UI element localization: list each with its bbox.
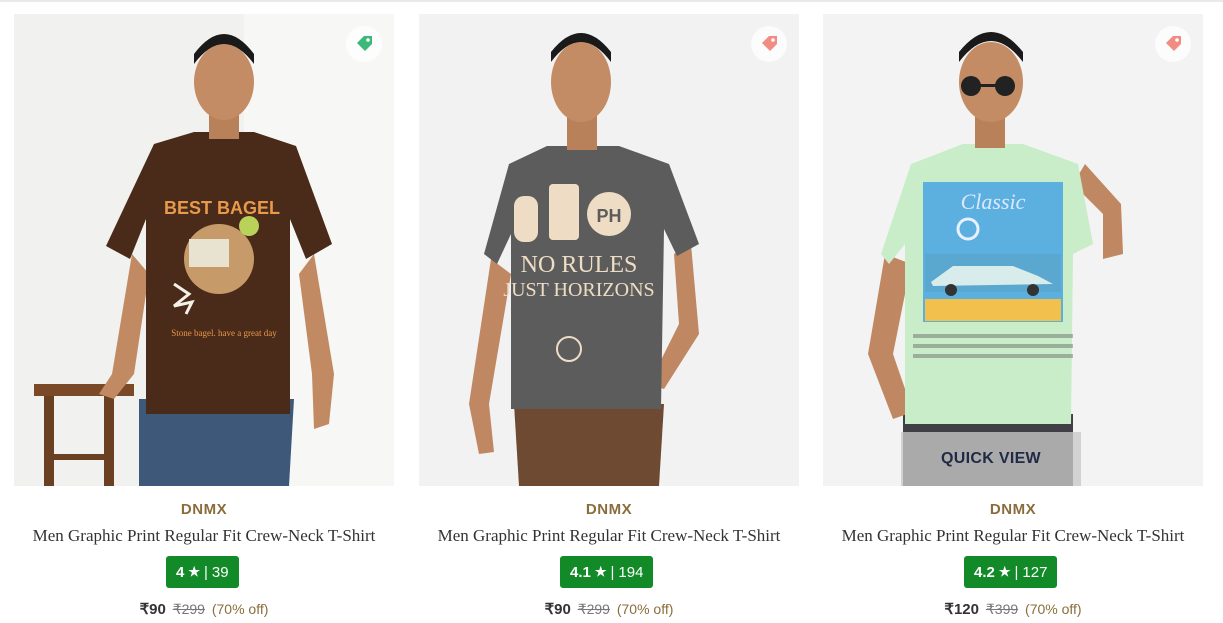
product-brand: DNMX bbox=[989, 501, 1037, 518]
product-title[interactable]: Men Graphic Print Regular Fit Crew-Neck … bbox=[419, 526, 799, 546]
price-current: ₹90 bbox=[544, 601, 571, 618]
svg-text:NO RULES: NO RULES bbox=[521, 252, 638, 278]
price-discount: (70% off) bbox=[211, 601, 269, 617]
product-image[interactable]: BEST BAGEL Stone bagel. have a great day bbox=[14, 14, 394, 486]
price-row: ₹90 ₹299 (70% off) bbox=[419, 600, 799, 618]
tag-icon bbox=[1166, 36, 1181, 51]
svg-text:JUST HORIZONS: JUST HORIZONS bbox=[503, 279, 654, 301]
product-title[interactable]: Men Graphic Print Regular Fit Crew-Neck … bbox=[823, 526, 1203, 546]
rating-value: 4 bbox=[176, 563, 185, 581]
price-discount: (70% off) bbox=[1025, 601, 1082, 617]
rating-badge[interactable]: 4 ★ | 39 bbox=[166, 556, 239, 588]
svg-text:Stone bagel. have a great day: Stone bagel. have a great day bbox=[171, 328, 277, 338]
product-brand: DNMX bbox=[585, 501, 633, 518]
rating-count: 39 bbox=[211, 563, 229, 581]
star-icon: ★ bbox=[998, 564, 1011, 579]
shirt-graphic-mark: PH bbox=[596, 206, 621, 226]
product-card[interactable]: BEST BAGEL Stone bagel. have a great day… bbox=[14, 14, 394, 623]
price-current: ₹90 bbox=[139, 601, 166, 618]
top-divider bbox=[0, 0, 1223, 2]
price-original: ₹399 bbox=[985, 601, 1019, 617]
quick-view-button[interactable]: QUICK VIEW bbox=[901, 432, 1081, 486]
product-image[interactable]: PH NO RULES JUST HORIZONS bbox=[419, 14, 799, 486]
rating-separator: | bbox=[204, 563, 208, 581]
product-grid: BEST BAGEL Stone bagel. have a great day… bbox=[0, 14, 1223, 623]
product-photo: BEST BAGEL Stone bagel. have a great day bbox=[14, 14, 394, 486]
product-photo: PH NO RULES JUST HORIZONS bbox=[419, 14, 799, 486]
rating-separator: | bbox=[610, 563, 615, 581]
tag-icon bbox=[357, 36, 372, 51]
price-current: ₹120 bbox=[944, 601, 979, 618]
price-row: ₹90 ₹299 (70% off) bbox=[14, 600, 394, 618]
wishlist-button[interactable] bbox=[1155, 26, 1191, 62]
shirt-graphic-title: BEST BAGEL bbox=[164, 198, 280, 218]
rating-count: 194 bbox=[618, 563, 644, 581]
product-card[interactable]: Classic QUICK VIEW DNMX Men Graphic Prin… bbox=[823, 14, 1203, 623]
tag-icon bbox=[762, 36, 777, 51]
star-icon: ★ bbox=[594, 564, 607, 579]
wishlist-button[interactable] bbox=[751, 26, 787, 62]
rating-separator: | bbox=[1014, 563, 1019, 581]
price-original: ₹299 bbox=[577, 601, 610, 617]
product-photo: Classic bbox=[823, 14, 1203, 486]
star-icon: ★ bbox=[188, 564, 200, 579]
price-discount: (70% off) bbox=[616, 601, 674, 617]
price-row: ₹120 ₹399 (70% off) bbox=[823, 600, 1203, 618]
product-image[interactable]: Classic QUICK VIEW bbox=[823, 14, 1203, 486]
product-title[interactable]: Men Graphic Print Regular Fit Crew-Neck … bbox=[14, 526, 394, 546]
price-original: ₹299 bbox=[172, 601, 205, 617]
shirt-graphic-title: Classic bbox=[961, 189, 1026, 214]
rating-badge[interactable]: 4.1 ★ | 194 bbox=[560, 556, 654, 588]
rating-value: 4.2 bbox=[974, 563, 995, 581]
rating-value: 4.1 bbox=[570, 563, 591, 581]
rating-badge[interactable]: 4.2 ★ | 127 bbox=[964, 556, 1058, 588]
product-brand: DNMX bbox=[180, 501, 228, 518]
product-card[interactable]: PH NO RULES JUST HORIZONS DNMX Men Graph… bbox=[419, 14, 799, 623]
rating-count: 127 bbox=[1022, 563, 1048, 581]
wishlist-button[interactable] bbox=[346, 26, 382, 62]
